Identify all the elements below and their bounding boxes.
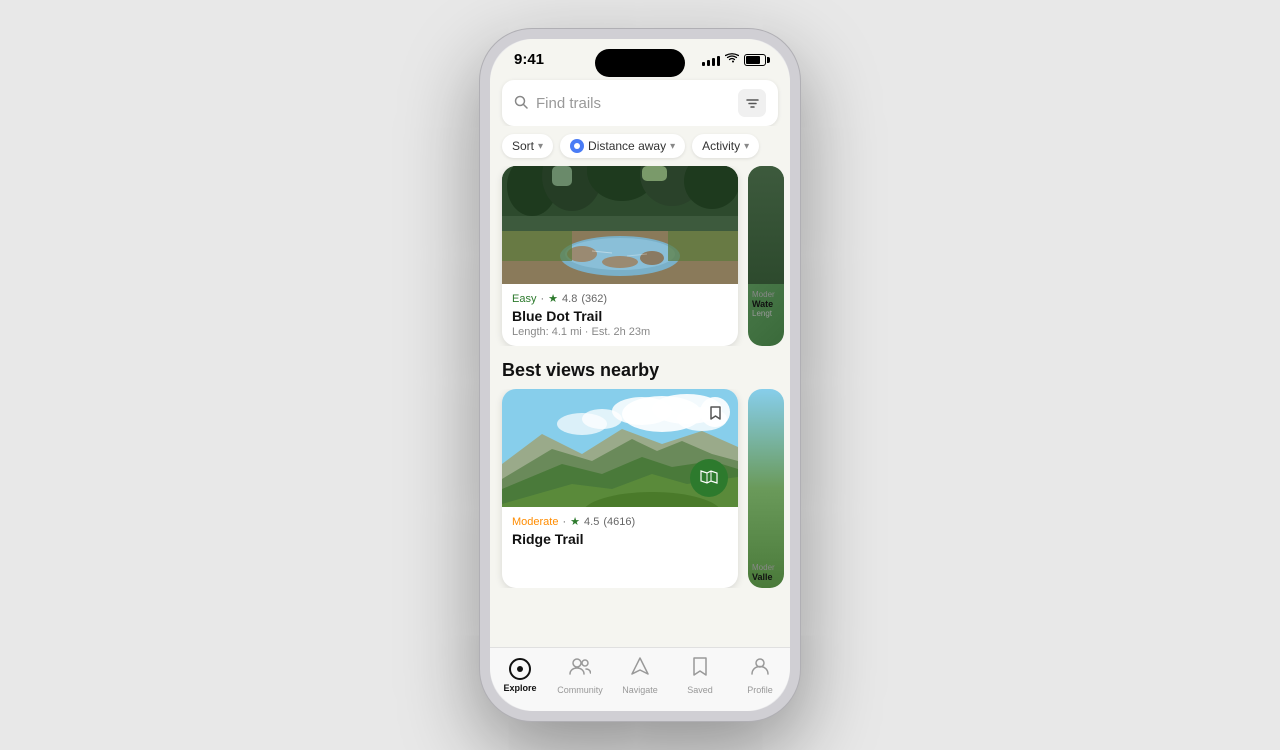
search-placeholder: Find trails [536,95,730,112]
phone-frame: 9:41 [480,29,800,721]
first-cards-row: Easy · ★ 4.8 (362) Blue Dot Trail Length… [490,166,790,346]
trail-name: Ridge Trail [512,531,728,547]
bottom-navigation: Explore Community [490,647,790,711]
nav-item-saved[interactable]: Saved [675,656,725,695]
partial-title-2: Valle [752,572,780,582]
battery-icon [744,54,766,66]
sort-label: Sort [512,139,534,153]
distance-label: Distance away [588,139,666,153]
community-label: Community [557,685,603,695]
search-icon [514,95,528,112]
scroll-content: Easy · ★ 4.8 (362) Blue Dot Trail Length… [490,166,790,647]
wifi-icon [725,53,739,67]
activity-chevron-icon: ▾ [744,141,749,152]
saved-icon [691,656,709,682]
profile-icon [750,656,770,682]
ridge-meta: Moderate · ★ 4.5 (4616) [512,515,728,528]
nav-item-navigate[interactable]: Navigate [615,656,665,695]
star-icon: ★ [548,292,558,305]
signal-bars-icon [702,54,720,66]
blue-dot-trail-card[interactable]: Easy · ★ 4.8 (362) Blue Dot Trail Length… [502,166,738,346]
rating: 4.8 [562,293,577,305]
nav-item-profile[interactable]: Profile [735,656,785,695]
filter-chips: Sort ▾ Distance away ▾ Activity ▾ [490,126,790,166]
partial-difficulty-2: Moder [752,563,780,572]
location-dot-icon [570,139,584,153]
partial-difficulty: Moder [752,290,780,299]
filter-button[interactable] [738,89,766,117]
trail-details: Length: 4.1 mi · Est. 2h 23m [512,326,728,338]
map-button[interactable] [690,459,728,497]
nav-item-community[interactable]: Community [555,656,605,695]
trail-name: Blue Dot Trail [512,308,728,324]
activity-chip[interactable]: Activity ▾ [692,134,759,158]
distance-chevron-icon: ▾ [670,141,675,152]
dynamic-island [595,49,685,77]
blue-dot-trail-info: Easy · ★ 4.8 (362) Blue Dot Trail Length… [502,284,738,346]
rating: 4.5 [584,516,599,528]
ridge-trail-info: Moderate · ★ 4.5 (4616) Ridge Trail [502,507,738,557]
save-button[interactable] [700,397,730,427]
search-bar[interactable]: Find trails [502,80,778,126]
distance-chip[interactable]: Distance away ▾ [560,134,685,158]
review-count: (362) [581,293,607,305]
partial-title: Wate [752,299,780,309]
status-time: 9:41 [514,51,544,68]
review-count: (4616) [603,516,635,528]
saved-label: Saved [687,685,713,695]
best-views-header: Best views nearby [490,346,790,389]
difficulty-badge: Moderate [512,516,558,528]
star-icon: ★ [570,515,580,528]
difficulty-badge: Easy [512,293,536,305]
ridge-trail-image [502,389,738,507]
nav-item-explore[interactable]: Explore [495,658,545,693]
profile-label: Profile [747,685,773,695]
sort-chevron-icon: ▾ [538,141,543,152]
status-bar: 9:41 [490,39,790,72]
second-cards-row: Moderate · ★ 4.5 (4616) Ridge Trail Mode… [490,389,790,588]
activity-label: Activity [702,139,740,153]
search-area: Find trails [490,72,790,126]
navigate-icon [630,656,650,682]
explore-label: Explore [503,683,536,693]
status-icons [702,53,766,67]
explore-icon [509,658,531,680]
partial-length: Lengt [752,309,780,318]
partial-second-trail-card[interactable]: Moder Wate Lengt [748,166,784,346]
ridge-trail-card[interactable]: Moderate · ★ 4.5 (4616) Ridge Trail [502,389,738,588]
phone-screen: 9:41 [490,39,790,711]
blue-dot-meta: Easy · ★ 4.8 (362) [512,292,728,305]
blue-dot-trail-image [502,166,738,284]
sort-chip[interactable]: Sort ▾ [502,134,553,158]
community-icon [569,656,591,682]
partial-valley-trail-card[interactable]: Moder Valle [748,389,784,588]
navigate-label: Navigate [622,685,658,695]
